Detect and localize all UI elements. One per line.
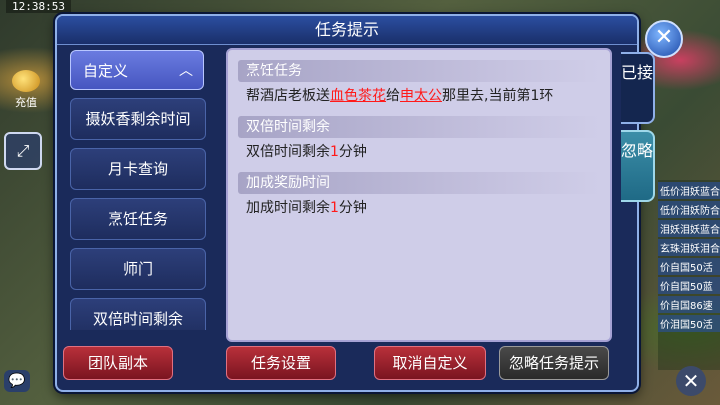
dialog-title: 任务提示 [57, 16, 637, 45]
text-fragment: 帮酒店老板送 [246, 88, 330, 104]
text-fragment: 分钟 [338, 200, 367, 216]
recharge-label: 充值 [15, 96, 37, 109]
bonus-time-section: 加成奖励时间 加成时间剩余1分钟 [238, 172, 600, 218]
section-title: 烹饪任务 [238, 60, 600, 82]
task-detail-panel: 烹饪任务 帮酒店老板送血色茶花给申太公那里去,当前第1环 双倍时间剩余 双倍时间… [226, 48, 612, 342]
text-fragment: 分钟 [338, 144, 367, 160]
section-text: 加成时间剩余1分钟 [238, 194, 600, 218]
tab-ignored[interactable]: 忽略 [621, 130, 655, 202]
list-item[interactable]: 价自国86速 [658, 296, 720, 313]
text-fragment: 那里去,当前第1环 [442, 88, 554, 104]
task-settings-button[interactable]: 任务设置 [226, 346, 336, 380]
section-title: 加成奖励时间 [238, 172, 600, 194]
npc-link[interactable]: 申太公 [400, 88, 442, 104]
list-item[interactable]: 价自国50蓝 [658, 277, 720, 294]
item-link[interactable]: 血色茶花 [330, 88, 386, 104]
cancel-custom-button[interactable]: 取消自定义 [374, 346, 486, 380]
chevron-up-icon: ︿ [179, 63, 193, 79]
nav-item-cooking-task[interactable]: 烹饪任务 [70, 198, 206, 240]
right-side-list: 低价泪妖蓝合 低价泪妖防合 泪妖泪妖蓝合 玄珠泪妖泪合 价自国50活 价自国50… [658, 180, 720, 370]
list-item[interactable]: 低价泪妖蓝合 [658, 182, 720, 199]
cooking-task-section: 烹饪任务 帮酒店老板送血色茶花给申太公那里去,当前第1环 [238, 60, 600, 106]
ignore-task-prompt-button[interactable]: 忽略任务提示 [499, 346, 609, 380]
task-category-nav: 自定义 ︿ 摄妖香剩余时间 月卡查询 烹饪任务 师门 双倍时间剩余 [70, 50, 208, 330]
text-fragment: 加成时间剩余 [246, 200, 330, 216]
nav-item-custom[interactable]: 自定义 ︿ [70, 50, 204, 90]
list-item[interactable]: 玄珠泪妖泪合 [658, 239, 720, 256]
double-time-section: 双倍时间剩余 双倍时间剩余1分钟 [238, 116, 600, 162]
nav-item-sect-master[interactable]: 师门 [70, 248, 206, 290]
minutes-value: 1 [330, 200, 339, 216]
text-fragment: 给 [386, 88, 400, 104]
list-item[interactable]: 价泪国50活 [658, 315, 720, 332]
nav-item-incense-time[interactable]: 摄妖香剩余时间 [70, 98, 206, 140]
list-item[interactable]: 低价泪妖防合 [658, 201, 720, 218]
recharge-button[interactable]: 充值 [2, 70, 50, 110]
team-dungeon-button[interactable]: 团队副本 [63, 346, 173, 380]
coin-icon [12, 70, 40, 92]
nav-item-monthly-card[interactable]: 月卡查询 [70, 148, 206, 190]
nav-item-double-time[interactable]: 双倍时间剩余 [70, 298, 206, 330]
list-item[interactable]: 价自国50活 [658, 258, 720, 275]
clock-display: 12:38:53 [6, 0, 71, 13]
section-title: 双倍时间剩余 [238, 116, 600, 138]
expand-icon[interactable]: ⤢ [4, 132, 42, 170]
section-text: 双倍时间剩余1分钟 [238, 138, 600, 162]
chat-icon[interactable]: 💬 [4, 370, 30, 392]
nav-item-label: 自定义 [83, 62, 129, 80]
list-item[interactable]: 泪妖泪妖蓝合 [658, 220, 720, 237]
minutes-value: 1 [330, 144, 339, 160]
text-fragment: 双倍时间剩余 [246, 144, 330, 160]
section-text: 帮酒店老板送血色茶花给申太公那里去,当前第1环 [238, 82, 600, 106]
tab-accepted[interactable]: 已接 [621, 52, 655, 124]
hud-close-icon[interactable]: ✕ [676, 366, 706, 396]
